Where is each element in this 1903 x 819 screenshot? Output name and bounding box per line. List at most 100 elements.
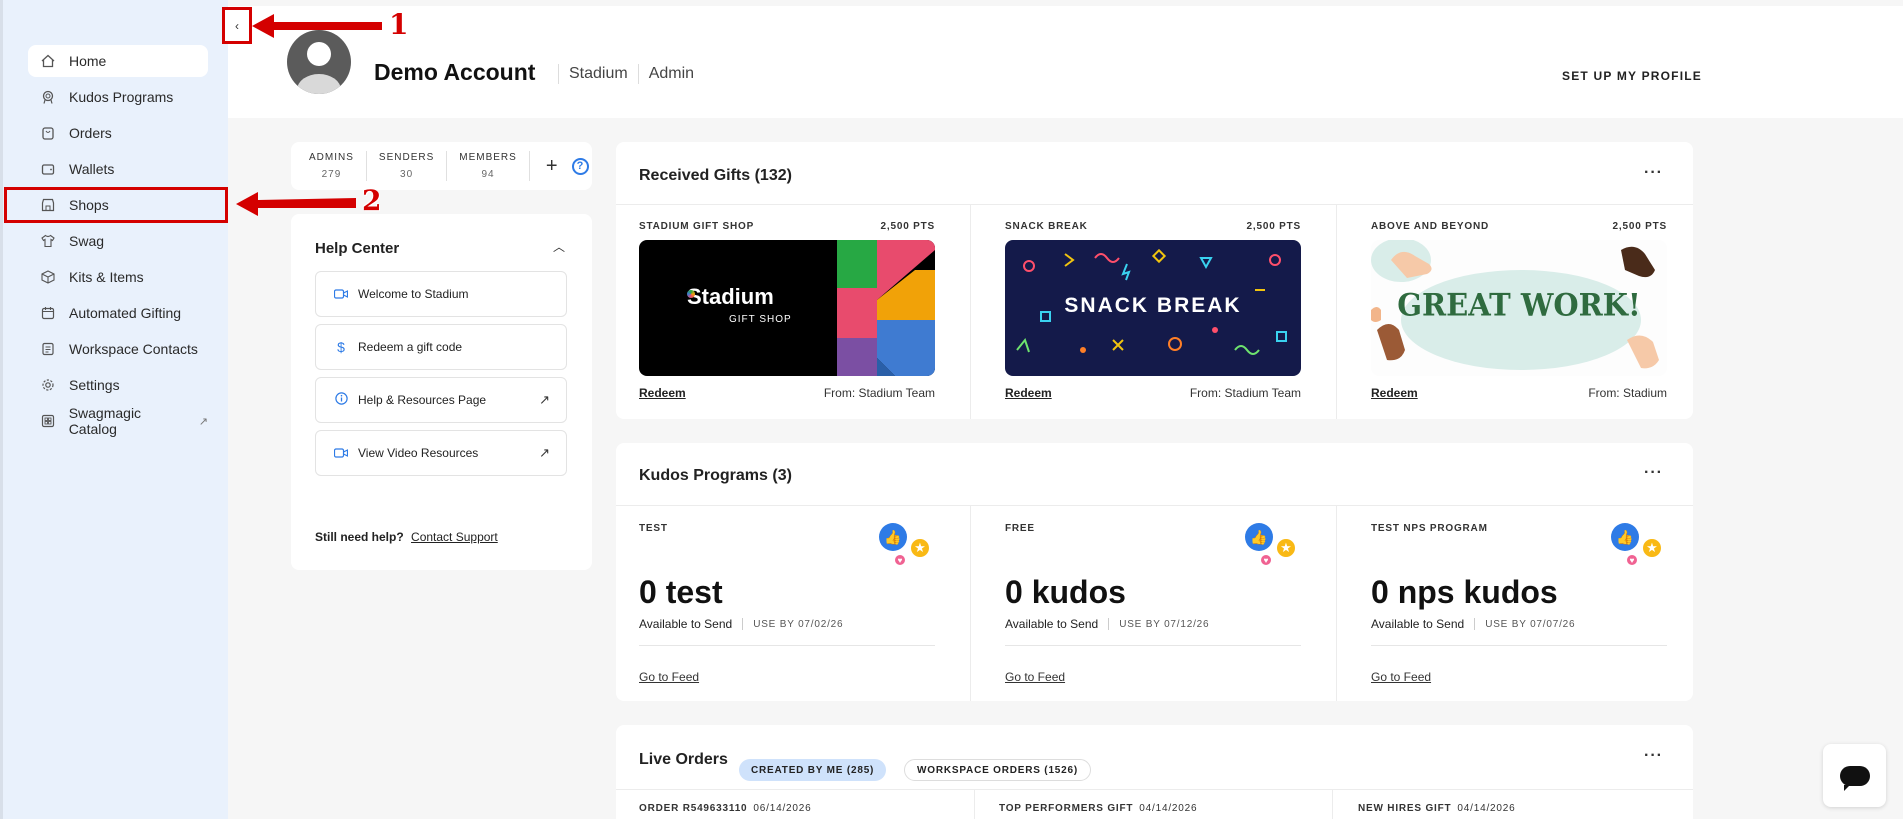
account-name: Demo Account: [374, 59, 536, 85]
help-item-label: Redeem a gift code: [358, 340, 463, 354]
sidebar-collapse-button[interactable]: ‹: [222, 7, 252, 44]
help-item-redeem-code[interactable]: $ Redeem a gift code: [315, 324, 567, 370]
sidebar-item-kits-items[interactable]: Kits & Items: [28, 261, 208, 293]
sidebar-item-kudos-programs[interactable]: Kudos Programs: [28, 81, 208, 113]
video-icon: [332, 445, 350, 461]
sidebar-item-label: Swagmagic Catalog: [68, 405, 142, 437]
great-work-text: GREAT WORK!: [1397, 287, 1641, 323]
help-item-label: View Video Resources: [358, 446, 479, 460]
add-member-button[interactable]: +: [546, 155, 558, 178]
kudos-program-test[interactable]: TEST 👍 ★ ♥ 0 test Available to Send USE B…: [639, 523, 935, 684]
chat-support-button[interactable]: [1823, 744, 1886, 807]
available-label: Available to Send: [1005, 617, 1099, 631]
chevron-up-icon[interactable]: ︿: [553, 238, 565, 255]
thumbs-up-icon: 👍: [1611, 523, 1639, 551]
sidebar-item-label: Kudos Programs: [69, 89, 174, 105]
divider: [616, 505, 1693, 506]
program-balance: 0 nps kudos: [1371, 574, 1558, 610]
gift-image[interactable]: SNACK BREAK: [1005, 240, 1301, 376]
gift-points: 2,500 PTS: [1246, 221, 1301, 232]
order-name: NEW HIRES GIFT: [1358, 803, 1452, 814]
kudos-program-nps[interactable]: TEST NPS PROGRAM 👍 ★ ♥ 0 nps kudos Avail…: [1371, 523, 1667, 684]
divider: [970, 204, 971, 419]
received-gifts-card: Received Gifts (132) ··· STADIUM GIFT SH…: [616, 142, 1693, 419]
sidebar-item-label: Orders: [69, 125, 112, 141]
redeem-link[interactable]: Redeem: [1005, 386, 1052, 400]
stadium-logo-text: Stadium: [687, 284, 774, 309]
stadium-k-logo-graphic: [825, 240, 935, 376]
go-to-feed-link[interactable]: Go to Feed: [1371, 670, 1667, 684]
sidebar-item-orders[interactable]: Orders: [28, 117, 208, 149]
live-orders-card: Live Orders CREATED BY ME (285) WORKSPAC…: [616, 725, 1693, 819]
go-to-feed-link[interactable]: Go to Feed: [1005, 670, 1301, 684]
contact-support-link[interactable]: Contact Support: [411, 530, 498, 544]
external-link-icon: ↗: [539, 392, 550, 407]
order-item[interactable]: NEW HIRES GIFT 04/14/2026: [1358, 803, 1515, 814]
help-center-title: Help Center: [315, 240, 400, 257]
count-members[interactable]: MEMBERS 94: [459, 152, 517, 180]
kudos-programs-title: Kudos Programs (3): [639, 467, 792, 484]
gift-image[interactable]: Stadium GIFT SHOP: [639, 240, 935, 376]
help-item-welcome[interactable]: Welcome to Stadium: [315, 271, 567, 317]
help-center-panel: Help Center ︿ Welcome to Stadium $ Redee…: [291, 214, 592, 570]
sidebar-item-label: Wallets: [69, 161, 115, 177]
sidebar-nav: Home Kudos Programs Orders Wallets Shops…: [28, 45, 208, 441]
gift-card-above-beyond[interactable]: ABOVE AND BEYOND 2,500 PTS GREAT WORK! Re…: [1371, 221, 1667, 400]
gift-name: ABOVE AND BEYOND: [1371, 221, 1489, 232]
gear-icon: [40, 377, 56, 393]
sidebar-item-shops[interactable]: Shops: [28, 189, 208, 221]
sidebar-item-automated-gifting[interactable]: Automated Gifting: [28, 297, 208, 329]
sidebar-item-label: Automated Gifting: [69, 305, 182, 321]
order-date: 04/14/2026: [1139, 803, 1198, 814]
kudos-badge-icons: 👍 ★ ♥: [1611, 523, 1667, 569]
more-options-icon[interactable]: ···: [1644, 464, 1663, 482]
go-to-feed-link[interactable]: Go to Feed: [639, 670, 935, 684]
gift-from: From: Stadium Team: [1189, 386, 1301, 400]
sidebar-item-workspace-contacts[interactable]: Workspace Contacts: [28, 333, 208, 365]
gift-from: From: Stadium Team: [823, 386, 935, 400]
info-icon: [332, 392, 350, 408]
tab-workspace-orders[interactable]: WORKSPACE ORDERS (1526): [904, 759, 1092, 781]
divider: [742, 618, 744, 630]
catalog-icon: [40, 413, 56, 429]
tab-created-by-me[interactable]: CREATED BY ME (285): [739, 759, 887, 781]
count-admins[interactable]: ADMINS 279: [309, 152, 354, 180]
calendar-icon: [40, 305, 56, 321]
redeem-link[interactable]: Redeem: [1371, 386, 1418, 400]
heart-icon: ♥: [1625, 553, 1639, 567]
annotation-arrow-1: [252, 14, 382, 38]
sidebar-item-swag[interactable]: Swag: [28, 225, 208, 257]
order-item[interactable]: TOP PERFORMERS GIFT 04/14/2026: [999, 803, 1197, 814]
divider: [639, 645, 935, 646]
kudos-badge-icons: 👍 ★ ♥: [879, 523, 935, 569]
gift-from: From: Stadium: [1588, 386, 1667, 400]
sidebar-item-swagmagic-catalog[interactable]: Swagmagic Catalog ↗: [28, 405, 208, 437]
available-label: Available to Send: [1371, 617, 1465, 631]
sidebar-item-home[interactable]: Home: [28, 45, 208, 77]
more-options-icon[interactable]: ···: [1644, 747, 1663, 765]
store-icon: [40, 197, 56, 213]
sidebar-item-wallets[interactable]: Wallets: [28, 153, 208, 185]
gift-card-snack-break[interactable]: SNACK BREAK 2,500 PTS SNACK BREAK Redeem…: [1005, 221, 1301, 400]
kudos-program-free[interactable]: FREE 👍 ★ ♥ 0 kudos Available to Send USE …: [1005, 523, 1301, 684]
more-options-icon[interactable]: ···: [1644, 164, 1663, 182]
gift-image[interactable]: GREAT WORK!: [1371, 240, 1667, 376]
order-item[interactable]: ORDER R549633110 06/14/2026: [639, 803, 811, 814]
sidebar-item-settings[interactable]: Settings: [28, 369, 208, 401]
gift-card-stadium-shop[interactable]: STADIUM GIFT SHOP 2,500 PTS Stadium GIFT …: [639, 221, 935, 400]
redeem-link[interactable]: Redeem: [639, 386, 686, 400]
count-label: MEMBERS: [459, 152, 517, 163]
dollar-icon: $: [337, 339, 345, 355]
use-by-date: USE BY 07/12/26: [1119, 618, 1210, 630]
use-by-date: USE BY 07/07/26: [1485, 618, 1576, 630]
received-gifts-title: Received Gifts (132): [639, 167, 792, 184]
help-item-resources-page[interactable]: Help & Resources Page ↗: [315, 377, 567, 423]
setup-profile-link[interactable]: SET UP MY PROFILE: [1562, 69, 1702, 83]
help-item-video-resources[interactable]: View Video Resources ↗: [315, 430, 567, 476]
count-senders[interactable]: SENDERS 30: [379, 152, 434, 180]
chevron-left-icon: ‹: [235, 18, 239, 33]
kudos-badge-icons: 👍 ★ ♥: [1245, 523, 1301, 569]
help-icon[interactable]: ?: [571, 157, 589, 175]
count-value: 279: [321, 169, 342, 180]
count-value: 94: [481, 169, 495, 180]
